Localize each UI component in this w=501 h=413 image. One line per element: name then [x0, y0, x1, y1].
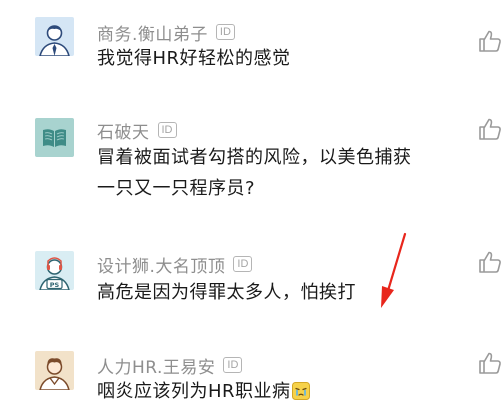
red-arrow-icon: [372, 232, 412, 316]
crying-face-emoji: [291, 379, 310, 410]
username-row: 人力HR.王易安 ID: [97, 352, 243, 378]
comment-text: 咽炎应该列为HR职业病: [97, 381, 291, 402]
thumbs-up-icon[interactable]: [478, 117, 501, 141]
id-badge: ID: [157, 122, 177, 138]
id-badge: ID: [215, 24, 235, 40]
username[interactable]: 人力HR.王易安: [97, 353, 215, 378]
book-avatar-icon[interactable]: [35, 118, 74, 157]
businessman-avatar-icon[interactable]: [35, 17, 74, 56]
comment-text: 高危是因为得罪太多人，怕挨打: [97, 282, 356, 303]
comment-text-row: 咽炎应该列为HR职业病: [97, 376, 457, 410]
username-row: 石破天 ID: [97, 117, 177, 143]
username-row: 设计狮.大名顶顶 ID: [97, 251, 253, 277]
username[interactable]: 商务.衡山弟子: [97, 20, 208, 45]
id-badge: ID: [223, 357, 243, 373]
comment-text-line: 冒着被面试者勾搭的风险，以美色捕获: [97, 147, 412, 168]
id-badge: ID: [233, 256, 253, 272]
designer-ps-avatar-icon[interactable]: PS: [35, 251, 74, 290]
comment-text: 我觉得HR好轻松的感觉: [97, 48, 291, 69]
username[interactable]: 设计狮.大名顶顶: [97, 252, 225, 277]
svg-text:PS: PS: [50, 281, 60, 289]
thumbs-up-icon[interactable]: [478, 29, 501, 53]
username-row: 商务.衡山弟子 ID: [97, 19, 235, 45]
hr-person-avatar-icon[interactable]: [35, 351, 74, 390]
thumbs-up-icon[interactable]: [478, 250, 501, 274]
thumbs-up-icon[interactable]: [478, 351, 501, 375]
comment-text-line: 一只又一只程序员?: [97, 178, 256, 199]
username[interactable]: 石破天: [97, 118, 150, 143]
